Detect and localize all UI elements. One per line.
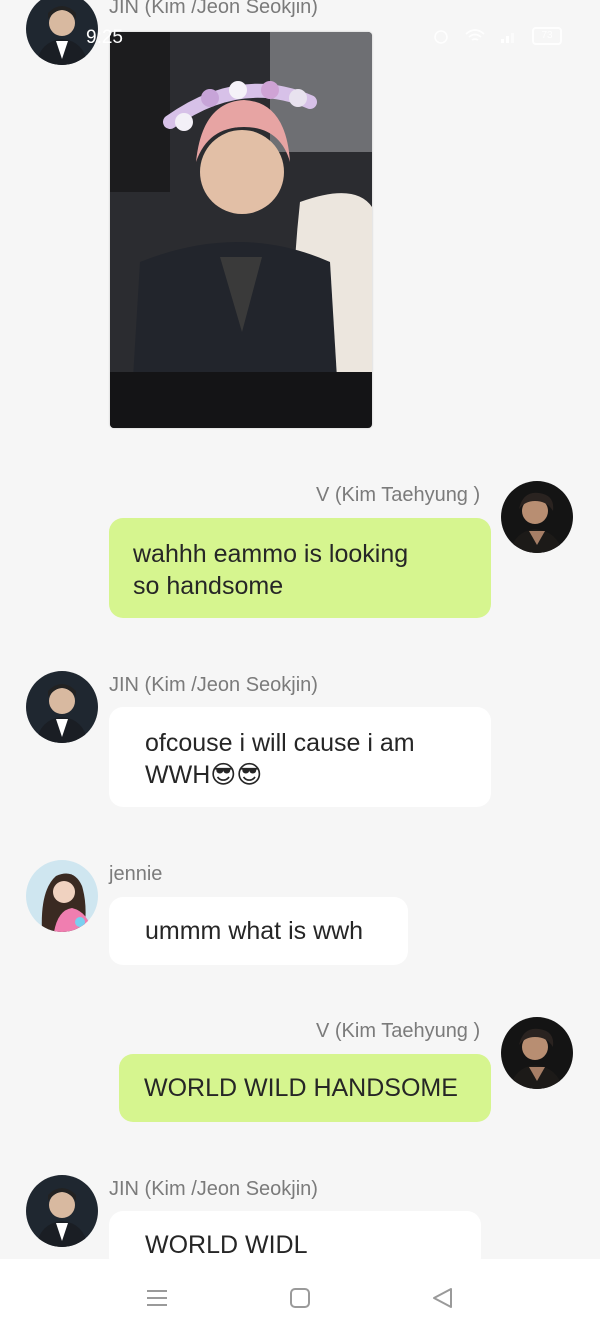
status-icons: 73	[430, 27, 562, 45]
alarm-icon	[434, 30, 448, 44]
sender-name: V (Kim Taehyung )	[316, 484, 481, 506]
sender-name: V (Kim Taehyung )	[316, 1020, 481, 1042]
back-icon[interactable]	[428, 1283, 458, 1313]
battery-icon: 73	[532, 27, 562, 45]
message-text: wahhh eammo is looking	[133, 540, 409, 568]
shared-photo[interactable]	[110, 32, 372, 428]
home-icon[interactable]	[285, 1283, 315, 1313]
avatar-jin[interactable]	[26, 1175, 98, 1247]
sender-name: jennie	[109, 863, 163, 885]
avatar-v[interactable]	[501, 1017, 573, 1089]
message-text: so handsome	[133, 572, 284, 600]
wifi-icon	[465, 29, 485, 41]
message-bubble[interactable]: wahhh eammo is looking so handsome	[109, 518, 491, 618]
menu-icon[interactable]	[142, 1283, 172, 1313]
sender-name: JIN (Kim /Jeon Seokjin)	[109, 674, 318, 696]
message-text: WORLD WILD HANDSOME	[144, 1074, 458, 1102]
message-text: ummm what is wwh	[145, 917, 364, 945]
navigation-bar	[0, 1259, 600, 1333]
avatar-jennie[interactable]	[26, 860, 98, 932]
signal-icon	[501, 33, 514, 43]
message-text: WWH😎😎	[145, 761, 263, 789]
sender-name: JIN (Kim /Jeon Seokjin)	[109, 1178, 318, 1200]
message-bubble[interactable]: WORLD WILD HANDSOME	[119, 1054, 491, 1122]
avatar-jin[interactable]	[26, 671, 98, 743]
status-bar: 9:25 73	[0, 0, 600, 70]
message-bubble[interactable]: ofcouse i will cause i am WWH😎😎	[109, 707, 491, 807]
message-bubble[interactable]: ummm what is wwh	[109, 897, 408, 965]
message-text: ofcouse i will cause i am	[145, 729, 415, 757]
avatar-v[interactable]	[501, 481, 573, 553]
status-time: 9:25	[86, 27, 123, 48]
